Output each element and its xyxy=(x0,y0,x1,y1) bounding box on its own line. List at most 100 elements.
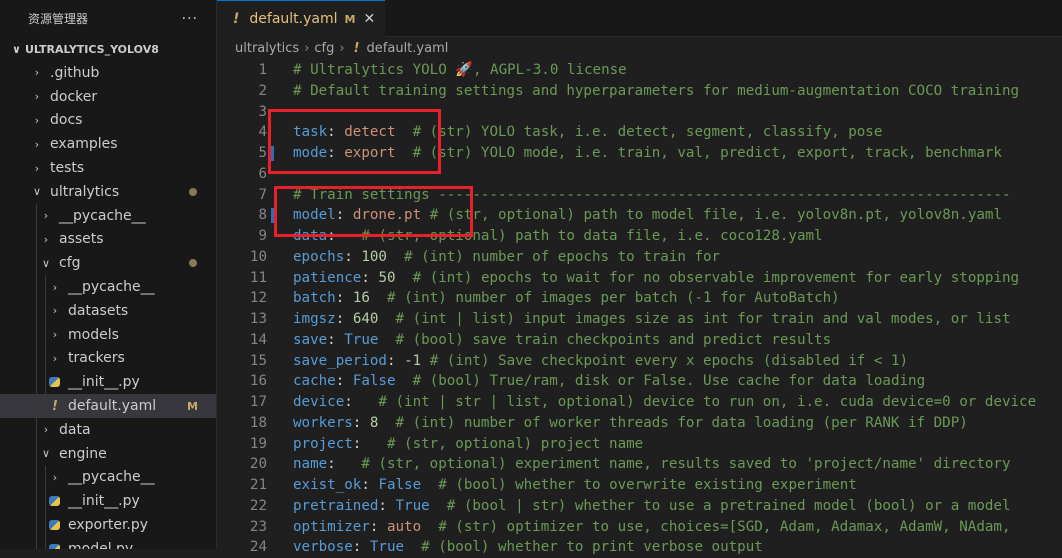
breadcrumb-file[interactable]: default.yaml xyxy=(367,41,449,56)
yaml-key: device xyxy=(293,394,345,410)
tree-item-cfg[interactable]: ∨ cfg xyxy=(0,251,216,276)
line-number: 12 xyxy=(249,290,267,307)
tree-item-init-py[interactable]: __init__.py xyxy=(0,489,216,514)
indent-guide xyxy=(36,203,37,228)
code-line[interactable]: 24 verbose: True # (bool) whether to prin… xyxy=(217,537,1062,558)
yaml-file-icon: ! xyxy=(353,40,360,56)
code-line[interactable]: 15 save_period: -1 # (int) Save checkpoin… xyxy=(217,351,1062,372)
tree-item-tests[interactable]: › tests xyxy=(0,156,216,180)
code-line[interactable]: 18 workers: 8 # (int) number of worker th… xyxy=(217,413,1062,434)
indent-guide xyxy=(45,394,46,418)
yaml-comment: # Train settings -----------------------… xyxy=(293,186,1011,203)
line-number: 19 xyxy=(249,435,267,452)
code-line[interactable]: 17 device: # (int | str | list, optional)… xyxy=(217,392,1062,413)
yaml-comment: # (int) number of epochs to train for xyxy=(386,248,721,265)
line-number: 4 xyxy=(258,124,267,141)
line-number: 7 xyxy=(258,186,267,203)
tree-item-models[interactable]: › models xyxy=(0,322,216,347)
yaml-comment: # (int) epochs to wait for no observable… xyxy=(395,269,1020,286)
code-line[interactable]: 16 cache: False # (bool) True/ram, disk o… xyxy=(217,371,1062,392)
yaml-value: auto xyxy=(386,518,422,535)
tree-item-ultralytics[interactable]: ∨ ultralytics xyxy=(0,180,216,204)
tree-item-exporter-py[interactable]: exporter.py xyxy=(0,513,216,537)
yaml-comment: # (str) YOLO task, i.e. detect, segment,… xyxy=(395,124,883,141)
line-content: workers: 8 # (int) number of worker thre… xyxy=(293,414,968,431)
code-line[interactable]: 9 data: # (str, optional) path to data fi… xyxy=(217,226,1062,247)
yaml-key: optimizer xyxy=(293,518,370,535)
code-line[interactable]: 14 save: True # (bool) save train checkpo… xyxy=(217,330,1062,351)
indent-guide xyxy=(36,394,37,418)
yaml-value: -1 xyxy=(404,352,422,369)
gutter-modified-indicator xyxy=(271,208,274,224)
tree-item-examples[interactable]: › examples xyxy=(0,132,216,156)
line-number: 15 xyxy=(249,352,267,369)
chevron-right-icon: › xyxy=(52,351,58,365)
tree-item-label: examples xyxy=(50,136,118,153)
chevron-right-icon: › xyxy=(43,423,49,437)
tree-item-pycache[interactable]: › __pycache__ xyxy=(0,465,216,490)
workspace-root[interactable]: ∨ ULTRALYTICS_YOLOV8 xyxy=(0,37,216,61)
tree-item-label: data xyxy=(59,421,91,438)
tree-item-assets[interactable]: › assets xyxy=(0,227,216,252)
code-line[interactable]: 21 exist_ok: False # (bool) whether to ov… xyxy=(217,475,1062,496)
code-line[interactable]: 10 epochs: 100 # (int) number of epochs t… xyxy=(217,247,1062,268)
code-line[interactable]: 13 imgsz: 640 # (int | list) input images… xyxy=(217,309,1062,330)
yaml-comment: # Ultralytics YOLO 🚀, AGPL-3.0 license xyxy=(293,62,627,78)
code-line[interactable]: 22 pretrained: True # (bool | str) whethe… xyxy=(217,496,1062,517)
yaml-comment: # Default training settings and hyperpar… xyxy=(293,82,1020,99)
tree-item-pycache[interactable]: › __pycache__ xyxy=(0,275,216,299)
indent-guide xyxy=(36,441,37,466)
tree-item-trackers[interactable]: › trackers xyxy=(0,346,216,371)
tree-item-label: docker xyxy=(50,88,98,105)
code-line[interactable]: 20 name: # (str, optional) experiment nam… xyxy=(217,454,1062,475)
tree-item-label: __pycache__ xyxy=(68,469,155,486)
tree-item-engine[interactable]: ∨ engine xyxy=(0,441,216,466)
code-line[interactable]: 7 # Train settings ----------------------… xyxy=(217,185,1062,206)
yaml-comment: # (bool | str) whether to use a pretrain… xyxy=(429,497,1011,514)
tree-item-docker[interactable]: › docker xyxy=(0,85,216,109)
yaml-key: patience xyxy=(293,269,362,286)
file-tree: › .github › docker › docs › examples › tests ∨ ultr… xyxy=(0,61,216,549)
tree-item-docs[interactable]: › docs xyxy=(0,109,216,133)
yaml-key: exist_ok xyxy=(293,477,362,493)
indent-guide xyxy=(45,298,46,323)
tree-item-model-py[interactable]: model.py xyxy=(0,536,216,549)
code-editor[interactable]: 1 # Ultralytics YOLO 🚀, AGPL-3.0 license 2… xyxy=(217,60,1062,555)
code-line[interactable]: 23 optimizer: auto # (str) optimizer to u… xyxy=(217,517,1062,538)
line-content: project: # (str, optional) project name xyxy=(293,435,644,452)
explorer-sidebar: 资源管理器 ··· ∨ ULTRALYTICS_YOLOV8 › .github ›… xyxy=(0,0,217,549)
code-line[interactable]: 11 patience: 50 # (int) epochs to wait fo… xyxy=(217,268,1062,289)
tab-default-yaml[interactable]: ! default.yaml M ✕ xyxy=(217,0,386,37)
tree-item-default-yaml[interactable]: ! default.yaml M xyxy=(0,394,216,418)
more-actions-icon[interactable]: ··· xyxy=(182,11,198,27)
code-line[interactable]: 6 xyxy=(217,164,1062,185)
tree-item-github[interactable]: › .github xyxy=(0,61,216,85)
tree-item-pycache[interactable]: › __pycache__ xyxy=(0,203,216,228)
code-line[interactable]: 4 task: detect # (str) YOLO task, i.e. de… xyxy=(217,122,1062,143)
close-icon[interactable]: ✕ xyxy=(363,11,375,27)
tree-item-label: exporter.py xyxy=(68,517,149,534)
yaml-key: task xyxy=(293,124,328,141)
tree-item-label: __pycache__ xyxy=(68,279,155,296)
line-content: verbose: True # (bool) whether to print … xyxy=(293,539,763,556)
tab-bar: ! default.yaml M ✕ xyxy=(217,0,1062,37)
code-line[interactable]: 3 xyxy=(217,102,1062,123)
breadcrumb-cfg[interactable]: cfg xyxy=(314,41,334,56)
code-line[interactable]: 5 mode: export # (str) YOLO mode, i.e. tr… xyxy=(217,143,1062,164)
code-line[interactable]: 1 # Ultralytics YOLO 🚀, AGPL-3.0 license xyxy=(217,60,1062,81)
indent-guide xyxy=(45,322,46,347)
tree-item-label: assets xyxy=(59,231,104,248)
code-line[interactable]: 19 project: # (str, optional) project nam… xyxy=(217,434,1062,455)
line-number: 10 xyxy=(249,248,267,265)
code-line[interactable]: 12 batch: 16 # (int) number of images per… xyxy=(217,288,1062,309)
tab-bar-empty xyxy=(385,0,1062,37)
tree-item-datasets[interactable]: › datasets xyxy=(0,298,216,323)
code-line[interactable]: 8 model: drone.pt # (str, optional) path … xyxy=(217,205,1062,226)
code-line[interactable]: 2 # Default training settings and hyperpa… xyxy=(217,81,1062,102)
breadcrumb-ultralytics[interactable]: ultralytics xyxy=(235,41,299,56)
tree-item-init-py[interactable]: __init__.py xyxy=(0,370,216,395)
indent-guide xyxy=(36,346,37,371)
yaml-comment: # (int | str | list, optional) device to… xyxy=(361,394,1037,410)
tree-item-data[interactable]: › data xyxy=(0,417,216,442)
tree-item-label: __pycache__ xyxy=(59,207,146,224)
